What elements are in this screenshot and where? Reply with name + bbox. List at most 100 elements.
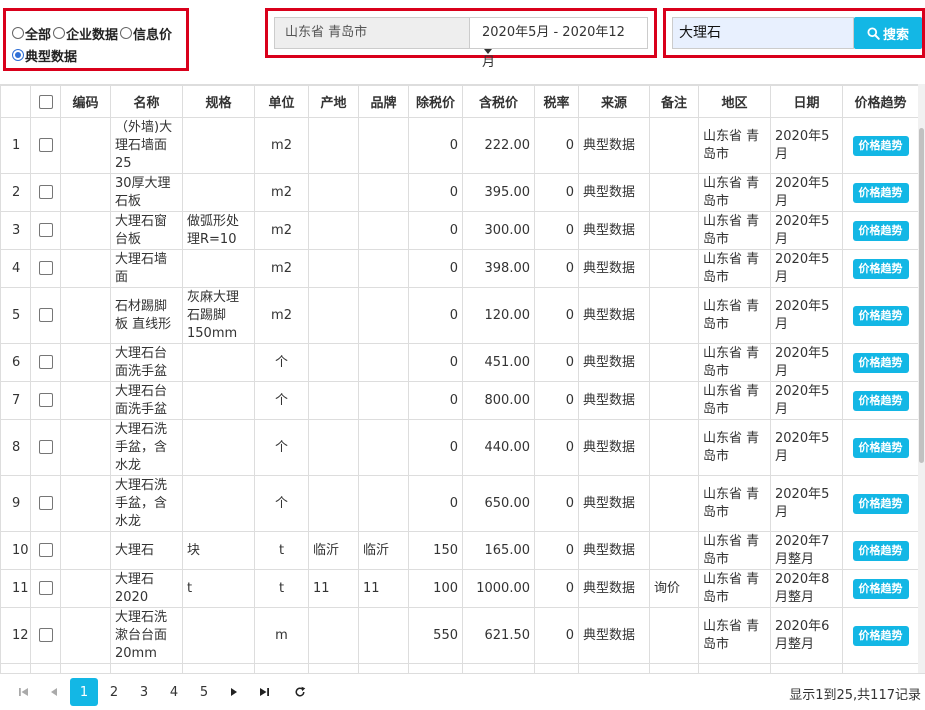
cell-price-ex-tax: 550 bbox=[408, 607, 463, 664]
radio-info-price[interactable]: 信息价 bbox=[120, 24, 172, 43]
price-trend-button[interactable]: 价格趋势 bbox=[852, 625, 909, 646]
table-row[interactable]: 2 30厚大理石板 m2 0 395.00 0 典型数据 山东省 青岛市 2020年5月 价格趋势 bbox=[0, 173, 918, 212]
col-code[interactable]: 编码 bbox=[60, 85, 111, 118]
cell-select[interactable] bbox=[30, 343, 61, 382]
col-select-all[interactable] bbox=[30, 85, 61, 118]
col-origin[interactable]: 产地 bbox=[308, 85, 359, 118]
cell-select[interactable] bbox=[30, 531, 61, 570]
col-price-ex-tax[interactable]: 除税价 bbox=[408, 85, 463, 118]
table-row[interactable]: 12 大理石洗漱台台面20mm m 550 621.50 0 典型数据 山东省 青岛市 2020… bbox=[0, 607, 918, 664]
table-row[interactable]: 6 大理石台面洗手盆个 0 451.00 0 典型数据 山东省 青岛市 2020年5月 价格趋势 bbox=[0, 343, 918, 382]
page-button-3[interactable]: 3 bbox=[130, 678, 158, 706]
table-row[interactable]: 山东省 青2020年6价格趋势 bbox=[0, 663, 918, 673]
prev-page-icon[interactable] bbox=[40, 678, 68, 706]
page-button-5[interactable]: 5 bbox=[190, 678, 218, 706]
price-trend-button[interactable]: 价格趋势 bbox=[852, 493, 909, 514]
row-checkbox[interactable] bbox=[38, 496, 53, 510]
table-row[interactable]: 4 大理石墙面 m2 0 398.00 0 典型数据 山东省 青岛市 2020年5月 价格趋势 bbox=[0, 249, 918, 288]
table-row[interactable]: 5 石材踢脚板 直线形 灰麻大理石踢脚150mm m2 0 120.00 0 典型数据 山东省 … bbox=[0, 287, 918, 344]
cell-select[interactable] bbox=[30, 381, 61, 420]
col-price-inc-tax[interactable]: 含税价 bbox=[462, 85, 535, 118]
next-page-icon[interactable] bbox=[220, 678, 248, 706]
page-button-1[interactable]: 1 bbox=[70, 678, 98, 706]
cell-price-ex-tax: 0 bbox=[408, 381, 463, 420]
vertical-scrollbar[interactable] bbox=[918, 84, 925, 673]
row-checkbox[interactable] bbox=[38, 261, 53, 275]
col-date[interactable]: 日期 bbox=[770, 85, 843, 118]
last-page-icon[interactable] bbox=[250, 678, 278, 706]
cell-price-ex-tax: 0 bbox=[408, 117, 463, 174]
row-checkbox[interactable] bbox=[38, 393, 53, 407]
select-all-checkbox[interactable] bbox=[38, 94, 53, 109]
cell-note bbox=[649, 343, 699, 382]
cell-select[interactable] bbox=[30, 569, 61, 608]
date-range-field[interactable]: 2020年5月 - 2020年12月 bbox=[470, 17, 648, 70]
col-name[interactable]: 名称 bbox=[110, 85, 183, 118]
price-trend-button[interactable]: 价格趋势 bbox=[852, 135, 909, 156]
table-row[interactable]: 1 （外墙)大理石墙面25 m2 0 222.00 0 典型数据 山东省 青岛市 2020年5月… bbox=[0, 117, 918, 174]
col-region[interactable]: 地区 bbox=[698, 85, 771, 118]
refresh-icon[interactable] bbox=[286, 678, 314, 706]
cell-unit: m bbox=[254, 607, 309, 664]
cell-select[interactable] bbox=[30, 475, 61, 532]
col-unit[interactable]: 单位 bbox=[254, 85, 309, 118]
table-row[interactable]: 10 大理石块 t 临沂 临沂 150 165.00 0 典型数据 山东省 青岛市 2020年7月整… bbox=[0, 531, 918, 570]
cell-select[interactable] bbox=[30, 663, 61, 673]
col-spec[interactable]: 规格 bbox=[182, 85, 255, 118]
cell-name: 大理石 bbox=[110, 531, 183, 570]
page-button-4[interactable]: 4 bbox=[160, 678, 188, 706]
table-row[interactable]: 11 大理石2020 t t 11 11 100 1000.00 0 典型数据 询价 山东省 青岛市 2… bbox=[0, 569, 918, 608]
price-trend-button[interactable]: 价格趋势 bbox=[852, 437, 909, 458]
cell-index: 12 bbox=[0, 607, 31, 664]
cell-select[interactable] bbox=[30, 173, 61, 212]
first-page-icon[interactable] bbox=[10, 678, 38, 706]
cell-select[interactable] bbox=[30, 249, 61, 288]
price-trend-button[interactable]: 价格趋势 bbox=[852, 220, 909, 241]
table-row[interactable]: 7 大理石台面洗手盆个 0 800.00 0 典型数据 山东省 青岛市 2020年5月 价格趋势 bbox=[0, 381, 918, 420]
table-row[interactable]: 8 大理石洗手盆，含水龙个 0 440.00 0 典型数据 山东省 青岛市 2020年5月 价格… bbox=[0, 419, 918, 476]
cell-code bbox=[60, 419, 111, 476]
row-checkbox[interactable] bbox=[38, 628, 53, 642]
price-trend-button[interactable]: 价格趋势 bbox=[852, 540, 909, 561]
price-trend-button[interactable]: 价格趋势 bbox=[852, 258, 909, 279]
search-input[interactable]: 大理石 bbox=[672, 17, 854, 49]
cell-select[interactable] bbox=[30, 607, 61, 664]
col-brand[interactable]: 品牌 bbox=[358, 85, 409, 118]
price-trend-button[interactable]: 价格趋势 bbox=[852, 352, 909, 373]
radio-enterprise-data[interactable]: 企业数据 bbox=[53, 24, 118, 43]
cell-name: 大理石2020 bbox=[110, 569, 183, 608]
table-row[interactable]: 9 大理石洗手盆，含水龙个 0 650.00 0 典型数据 山东省 青岛市 2020年5月 价格… bbox=[0, 475, 918, 532]
cell-code bbox=[60, 663, 111, 673]
row-checkbox[interactable] bbox=[38, 308, 53, 322]
row-checkbox[interactable] bbox=[38, 581, 53, 595]
cell-spec bbox=[182, 173, 255, 212]
price-trend-button[interactable]: 价格趋势 bbox=[852, 182, 909, 203]
row-checkbox[interactable] bbox=[38, 138, 53, 152]
scrollbar-thumb[interactable] bbox=[919, 128, 924, 463]
cell-source: 典型数据 bbox=[578, 287, 650, 344]
row-checkbox[interactable] bbox=[38, 543, 53, 557]
row-checkbox[interactable] bbox=[38, 223, 53, 237]
cell-select[interactable] bbox=[30, 211, 61, 250]
search-button[interactable]: 搜索 bbox=[854, 17, 922, 49]
price-trend-button[interactable]: 价格趋势 bbox=[852, 578, 909, 599]
radio-typical-data[interactable]: 典型数据 bbox=[12, 46, 77, 65]
row-checkbox[interactable] bbox=[38, 185, 53, 199]
col-price-trend[interactable]: 价格趋势 bbox=[842, 85, 918, 118]
cell-select[interactable] bbox=[30, 287, 61, 344]
col-note[interactable]: 备注 bbox=[649, 85, 699, 118]
cell-name: 30厚大理石板 bbox=[110, 173, 183, 212]
cell-select[interactable] bbox=[30, 419, 61, 476]
row-checkbox[interactable] bbox=[38, 355, 53, 369]
col-tax-rate[interactable]: 税率 bbox=[534, 85, 579, 118]
table-row[interactable]: 3 大理石窗台板 做弧形处理R=10 m2 0 300.00 0 典型数据 山东省 青岛市 202… bbox=[0, 211, 918, 250]
page-button-2[interactable]: 2 bbox=[100, 678, 128, 706]
col-source[interactable]: 来源 bbox=[578, 85, 650, 118]
price-trend-button[interactable]: 价格趋势 bbox=[852, 390, 909, 411]
row-checkbox[interactable] bbox=[38, 440, 53, 454]
radio-all[interactable]: 全部 bbox=[12, 24, 51, 43]
region-field[interactable]: 山东省 青岛市 bbox=[274, 17, 470, 49]
cell-spec: 灰麻大理石踢脚150mm bbox=[182, 287, 255, 344]
price-trend-button[interactable]: 价格趋势 bbox=[852, 305, 909, 326]
cell-select[interactable] bbox=[30, 117, 61, 174]
